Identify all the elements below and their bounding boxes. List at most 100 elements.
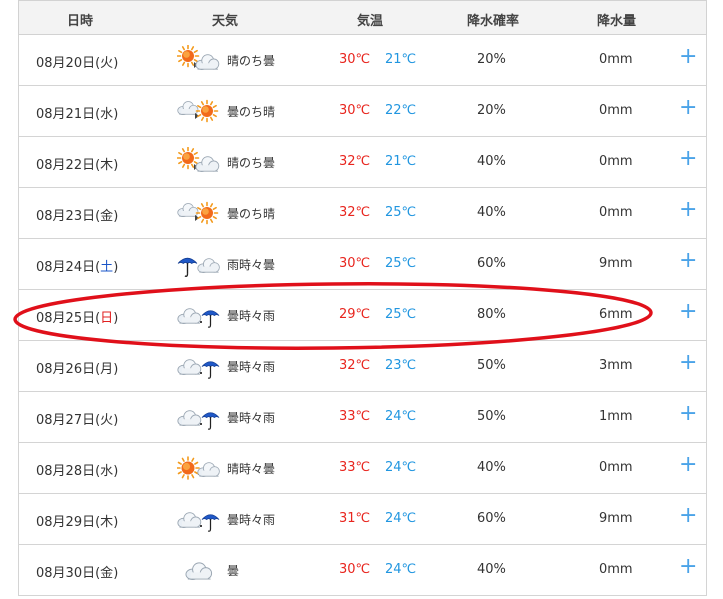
- sun-then-cloud-icon: [176, 44, 221, 75]
- precipitation-probability: 40%: [477, 460, 506, 475]
- temperature-low: 24℃: [385, 460, 417, 475]
- expand-row-button[interactable]: +: [679, 248, 697, 274]
- precipitation-amount: 0mm: [599, 154, 633, 169]
- weather-description: 曇時々雨: [227, 360, 276, 374]
- rain-sometimes-cloud-icon: [177, 249, 221, 279]
- date-text: 08月22日: [36, 158, 96, 173]
- precipitation-amount: 0mm: [599, 562, 633, 577]
- temperature-high: 30℃: [339, 52, 371, 67]
- expand-row-button[interactable]: +: [679, 95, 697, 121]
- day-of-week: 日: [100, 311, 114, 326]
- date-cell: 08月21日(水): [36, 107, 119, 122]
- cloud-then-sun-icon: [177, 198, 221, 228]
- table-row: 08月23日(金) 曇のち晴 32℃ 25℃ 40% 0mm +: [18, 188, 707, 239]
- weather-description: 曇時々雨: [227, 411, 276, 425]
- date-text: 08月28日: [36, 464, 96, 479]
- expand-row-button[interactable]: +: [679, 299, 697, 325]
- precipitation-probability: 50%: [477, 409, 506, 424]
- date-cell: 08月28日(水): [36, 464, 119, 479]
- expand-row-button[interactable]: +: [679, 401, 697, 427]
- date-cell: 08月29日(木): [36, 515, 119, 530]
- precipitation-amount: 9mm: [599, 511, 633, 526]
- precipitation-probability: 60%: [477, 256, 506, 271]
- weather-description: 雨時々曇: [227, 258, 276, 272]
- temperature-high: 30℃: [339, 256, 371, 271]
- sun-sometimes-cloud-icon: [176, 453, 221, 483]
- date-text: 08月20日: [36, 56, 96, 71]
- date-text: 08月21日: [36, 107, 96, 122]
- table-row: 08月28日(水) 晴時々曇 33℃ 24℃ 40% 0mm +: [18, 443, 707, 494]
- temperature-low: 23℃: [385, 358, 417, 373]
- precipitation-probability: 40%: [477, 154, 506, 169]
- day-of-week: 木: [100, 515, 114, 530]
- day-of-week: 水: [100, 464, 114, 479]
- temperature-high: 30℃: [339, 103, 371, 118]
- precipitation-amount: 0mm: [599, 205, 633, 220]
- day-of-week: 火: [100, 413, 114, 428]
- table-row: 08月27日(火) 曇時々雨 33℃ 24℃ 50% 1mm +: [18, 392, 707, 443]
- header-weather: 天気: [212, 14, 239, 29]
- sun-then-cloud-icon: [176, 146, 221, 177]
- precipitation-amount: 0mm: [599, 460, 633, 475]
- expand-row-button[interactable]: +: [679, 554, 697, 580]
- header-temperature: 気温: [357, 14, 384, 29]
- expand-row-button[interactable]: +: [679, 503, 697, 529]
- table-row: 08月25日(日) 曇時々雨 29℃ 25℃ 80% 6mm +: [18, 290, 707, 341]
- temperature-high: 29℃: [339, 307, 371, 322]
- expand-row-button[interactable]: +: [679, 452, 697, 478]
- date-cell: 08月20日(火): [36, 56, 119, 71]
- expand-row-button[interactable]: +: [679, 197, 697, 223]
- temperature-high: 32℃: [339, 358, 371, 373]
- precipitation-amount: 6mm: [599, 307, 633, 322]
- temperature-low: 22℃: [385, 103, 417, 118]
- cloud-sometimes-rain-icon: [177, 300, 221, 330]
- temperature-low: 25℃: [385, 256, 417, 271]
- weather-description: 晴のち曇: [227, 156, 276, 170]
- precipitation-probability: 20%: [477, 103, 506, 118]
- precipitation-amount: 1mm: [599, 409, 633, 424]
- day-of-week: 木: [100, 158, 114, 173]
- precipitation-amount: 3mm: [599, 358, 633, 373]
- weather-description: 曇のち晴: [227, 207, 276, 221]
- date-text: 08月29日: [36, 515, 96, 530]
- header-precipitation-probability: 降水確率: [467, 14, 520, 29]
- date-cell: 08月27日(火): [36, 413, 119, 428]
- day-of-week: 火: [100, 56, 114, 71]
- weather-description: 晴のち曇: [227, 54, 276, 68]
- expand-row-button[interactable]: +: [679, 146, 697, 172]
- cloud-then-sun-icon: [177, 96, 221, 126]
- temperature-low: 24℃: [385, 562, 417, 577]
- table-row: 08月26日(月) 曇時々雨 32℃ 23℃ 50% 3mm +: [18, 341, 707, 392]
- table-header: 日時 天気 気温 降水確率 降水量: [18, 0, 707, 35]
- cloud-sometimes-rain-icon: [177, 402, 221, 432]
- temperature-low: 21℃: [385, 52, 417, 67]
- table-body: 08月20日(火) 晴のち曇 30℃ 21℃ 20% 0mm + 08月21日(…: [18, 35, 707, 596]
- date-text: 08月23日: [36, 209, 96, 224]
- table-row: 08月30日(金) 曇 30℃ 24℃ 40% 0mm +: [18, 545, 707, 596]
- weather-description: 曇時々雨: [227, 513, 276, 527]
- table-row: 08月20日(火) 晴のち曇 30℃ 21℃ 20% 0mm +: [18, 35, 707, 86]
- temperature-high: 33℃: [339, 409, 371, 424]
- temperature-high: 31℃: [339, 511, 371, 526]
- expand-row-button[interactable]: +: [679, 44, 697, 70]
- cloud-sometimes-rain-icon: [177, 504, 221, 534]
- date-text: 08月27日: [36, 413, 96, 428]
- temperature-low: 25℃: [385, 307, 417, 322]
- table-row: 08月21日(水) 曇のち晴 30℃ 22℃ 20% 0mm +: [18, 86, 707, 137]
- table-row: 08月24日(土) 雨時々曇 30℃ 25℃ 60% 9mm +: [18, 239, 707, 290]
- header-date: 日時: [67, 14, 94, 29]
- precipitation-amount: 9mm: [599, 256, 633, 271]
- precipitation-probability: 40%: [477, 205, 506, 220]
- date-text: 08月30日: [36, 566, 96, 581]
- date-cell: 08月23日(金): [36, 209, 119, 224]
- date-cell: 08月30日(金): [36, 566, 119, 581]
- date-cell: 08月26日(月): [36, 362, 119, 377]
- weather-description: 曇時々雨: [227, 309, 276, 323]
- temperature-high: 30℃: [339, 562, 371, 577]
- precipitation-probability: 80%: [477, 307, 506, 322]
- date-cell: 08月25日(日): [36, 311, 119, 326]
- day-of-week: 水: [100, 107, 114, 122]
- expand-row-button[interactable]: +: [679, 350, 697, 376]
- date-text: 08月25日: [36, 311, 96, 326]
- date-text: 08月26日: [36, 362, 96, 377]
